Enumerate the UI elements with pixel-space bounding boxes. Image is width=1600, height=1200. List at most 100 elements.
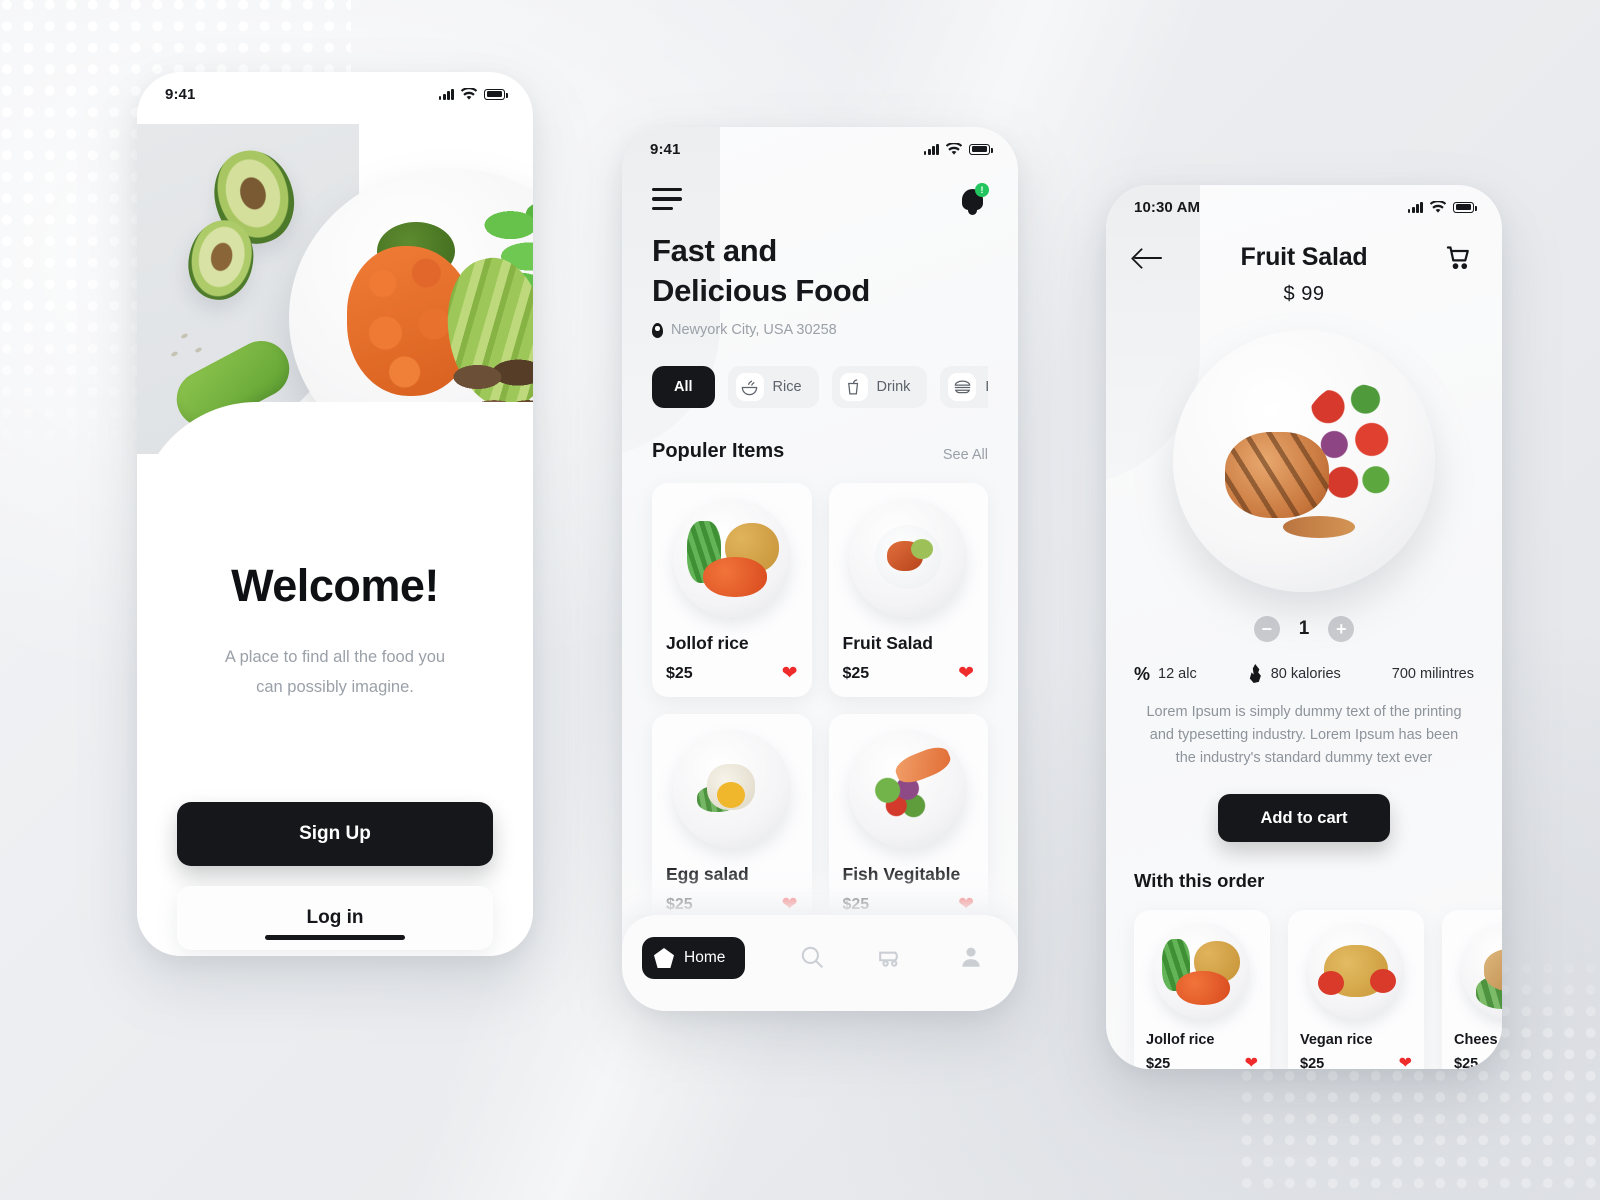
wifi-icon: [460, 87, 478, 100]
category-chip-burger[interactable]: Drink: [940, 366, 988, 409]
welcome-content: Welcome! A place to find all the food yo…: [137, 502, 533, 956]
cellular-bars-icon: [438, 88, 454, 100]
welcome-subtitle-line1: A place to find all the food you: [224, 648, 446, 666]
suggested-meta-row: $25 ❤: [1300, 1056, 1412, 1070]
wifi-icon: [945, 142, 963, 155]
quantity-decrement-button[interactable]: −: [1253, 616, 1280, 642]
home-content: ! Fast and Delicious Food Newyork City, …: [622, 183, 1018, 929]
shopping-cart-icon[interactable]: [1444, 244, 1474, 272]
food-grid: Jollof rice $25 ❤ Fruit Salad $25 ❤: [652, 483, 988, 929]
add-to-cart-button[interactable]: Add to cart: [1218, 794, 1390, 842]
location-row[interactable]: Newyork City, USA 30258: [652, 322, 988, 338]
favorite-heart-icon[interactable]: ❤: [958, 664, 974, 683]
product-detail-screen: 10:30 AM Fruit Salad $ 99 − 1 + % 12 alc…: [1106, 185, 1502, 1069]
sauce-drizzle: [1283, 516, 1355, 538]
suggested-name: Jollof rice: [1146, 1032, 1215, 1048]
with-this-order-title: With this order: [1134, 870, 1265, 891]
shrimp-portion: [1176, 971, 1230, 1005]
status-bar-welcome: 9:41: [137, 72, 533, 116]
nutrition-volume-label: 700 milintres: [1391, 665, 1474, 682]
food-name: Fruit Salad: [842, 633, 933, 654]
food-price: $25: [666, 664, 693, 682]
category-chip-list[interactable]: All Rice Drink: [652, 366, 988, 409]
bottom-tab-bar[interactable]: Home: [622, 915, 1018, 1011]
welcome-screen: 9:41 Welcome! A place to find all the fo…: [137, 72, 533, 956]
welcome-subtitle-line2: can possibly imagine.: [256, 678, 414, 696]
status-bar-home: 9:41: [622, 127, 1018, 171]
quantity-increment-button[interactable]: +: [1328, 616, 1355, 642]
home-screen: 9:41 ! Fast and Delicious Food Newyork C…: [622, 127, 1018, 1011]
battery-icon: [969, 143, 993, 155]
nutrition-alcohol-label: 12 alc: [1158, 665, 1197, 682]
quantity-stepper[interactable]: − 1 +: [1134, 616, 1474, 642]
detail-content: Fruit Salad $ 99 − 1 + % 12 alc 80 kalor…: [1106, 243, 1502, 1069]
quantity-value: 1: [1298, 618, 1310, 639]
delivery-cart-icon[interactable]: [878, 944, 904, 970]
suggested-image-jollof-rice: [1154, 923, 1250, 1019]
shrimp-portion: [702, 557, 767, 598]
pentagon-home-icon: [654, 948, 674, 968]
food-meta-row: $25 ❤: [843, 664, 975, 683]
suggested-price: $25: [1146, 1056, 1171, 1069]
category-chip-all[interactable]: All: [652, 366, 715, 409]
welcome-hero-image: [137, 72, 533, 502]
with-order-carousel[interactable]: Jollof rice $25 ❤ Vegan rice $25 ❤ Chees…: [1134, 910, 1502, 1069]
food-image-fruit-salad: [849, 499, 968, 618]
log-in-button[interactable]: Log in: [177, 886, 493, 950]
suggested-card-vegan-rice[interactable]: Vegan rice $25 ❤: [1288, 910, 1424, 1069]
sign-up-button[interactable]: Sign Up: [177, 802, 493, 866]
page-title-line2: Delicious Food: [652, 272, 870, 308]
drink-cup-icon: [839, 373, 868, 402]
favorite-heart-icon[interactable]: ❤: [782, 664, 798, 683]
nutrition-alcohol: % 12 alc: [1134, 665, 1197, 683]
flame-icon: [1249, 664, 1261, 683]
suggested-meta-row: $25 ❤: [1146, 1056, 1258, 1070]
status-time: 10:30 AM: [1134, 198, 1201, 216]
search-icon[interactable]: [799, 944, 825, 970]
suggested-card-jollof-rice[interactable]: Jollof rice $25 ❤: [1134, 910, 1270, 1069]
tab-home[interactable]: Home: [642, 937, 746, 979]
detail-top-bar: Fruit Salad: [1134, 243, 1474, 272]
favorite-heart-icon[interactable]: ❤: [1399, 1056, 1412, 1070]
food-card-fruit-salad[interactable]: Fruit Salad $25 ❤: [828, 483, 988, 698]
see-all-link[interactable]: See All: [943, 447, 988, 463]
nutrition-calories-label: 80 kalories: [1270, 665, 1341, 682]
nutrition-calories: 80 kalories: [1248, 664, 1341, 683]
hamburger-menu-icon[interactable]: [652, 187, 682, 211]
page-title-line1: Fast and: [652, 233, 778, 268]
food-card-jollof-rice[interactable]: Jollof rice $25 ❤: [652, 483, 812, 698]
mixed-salad: [869, 774, 932, 823]
nutrition-row: % 12 alc 80 kalories 700 milintres: [1134, 664, 1474, 683]
section-header: Populer Items See All: [652, 440, 988, 463]
suggested-image-vegan-rice: [1308, 923, 1404, 1019]
arrow-left-icon[interactable]: [1134, 248, 1164, 268]
food-image-fish-vegitable: [849, 730, 968, 849]
notification-bell-icon[interactable]: !: [958, 183, 989, 215]
product-price: $ 99: [1283, 283, 1325, 305]
tomato-right: [1370, 969, 1396, 993]
category-chip-label: Rice: [772, 379, 802, 396]
tab-home-label: Home: [684, 949, 726, 966]
welcome-subtitle: A place to find all the food you can pos…: [225, 642, 445, 702]
battery-icon: [1453, 201, 1477, 213]
category-chip-drink[interactable]: Drink: [831, 366, 928, 409]
product-image: [1173, 330, 1435, 592]
page-title: Welcome!: [231, 560, 439, 611]
category-chip-rice[interactable]: Rice: [727, 366, 819, 409]
map-pin-icon: [652, 322, 663, 338]
food-name: Jollof rice: [666, 633, 749, 654]
category-chip-label: Drink: [876, 379, 911, 396]
favorite-heart-icon[interactable]: ❤: [1245, 1056, 1258, 1070]
suggested-card-chees-chilly[interactable]: Chees chilly $25 ❤: [1442, 910, 1502, 1069]
status-icons: [1407, 200, 1477, 214]
food-meta-row: $25 ❤: [666, 664, 798, 683]
status-icons: [438, 87, 508, 101]
suggested-name: Vegan rice: [1300, 1032, 1373, 1048]
egg-yolk: [716, 782, 745, 809]
person-icon[interactable]: [958, 944, 984, 970]
home-top-bar: !: [652, 183, 989, 215]
product-title: Fruit Salad: [1240, 243, 1368, 271]
cellular-bars-icon: [923, 143, 939, 155]
status-time: 9:41: [165, 85, 196, 103]
suggested-price: $25: [1300, 1056, 1325, 1069]
